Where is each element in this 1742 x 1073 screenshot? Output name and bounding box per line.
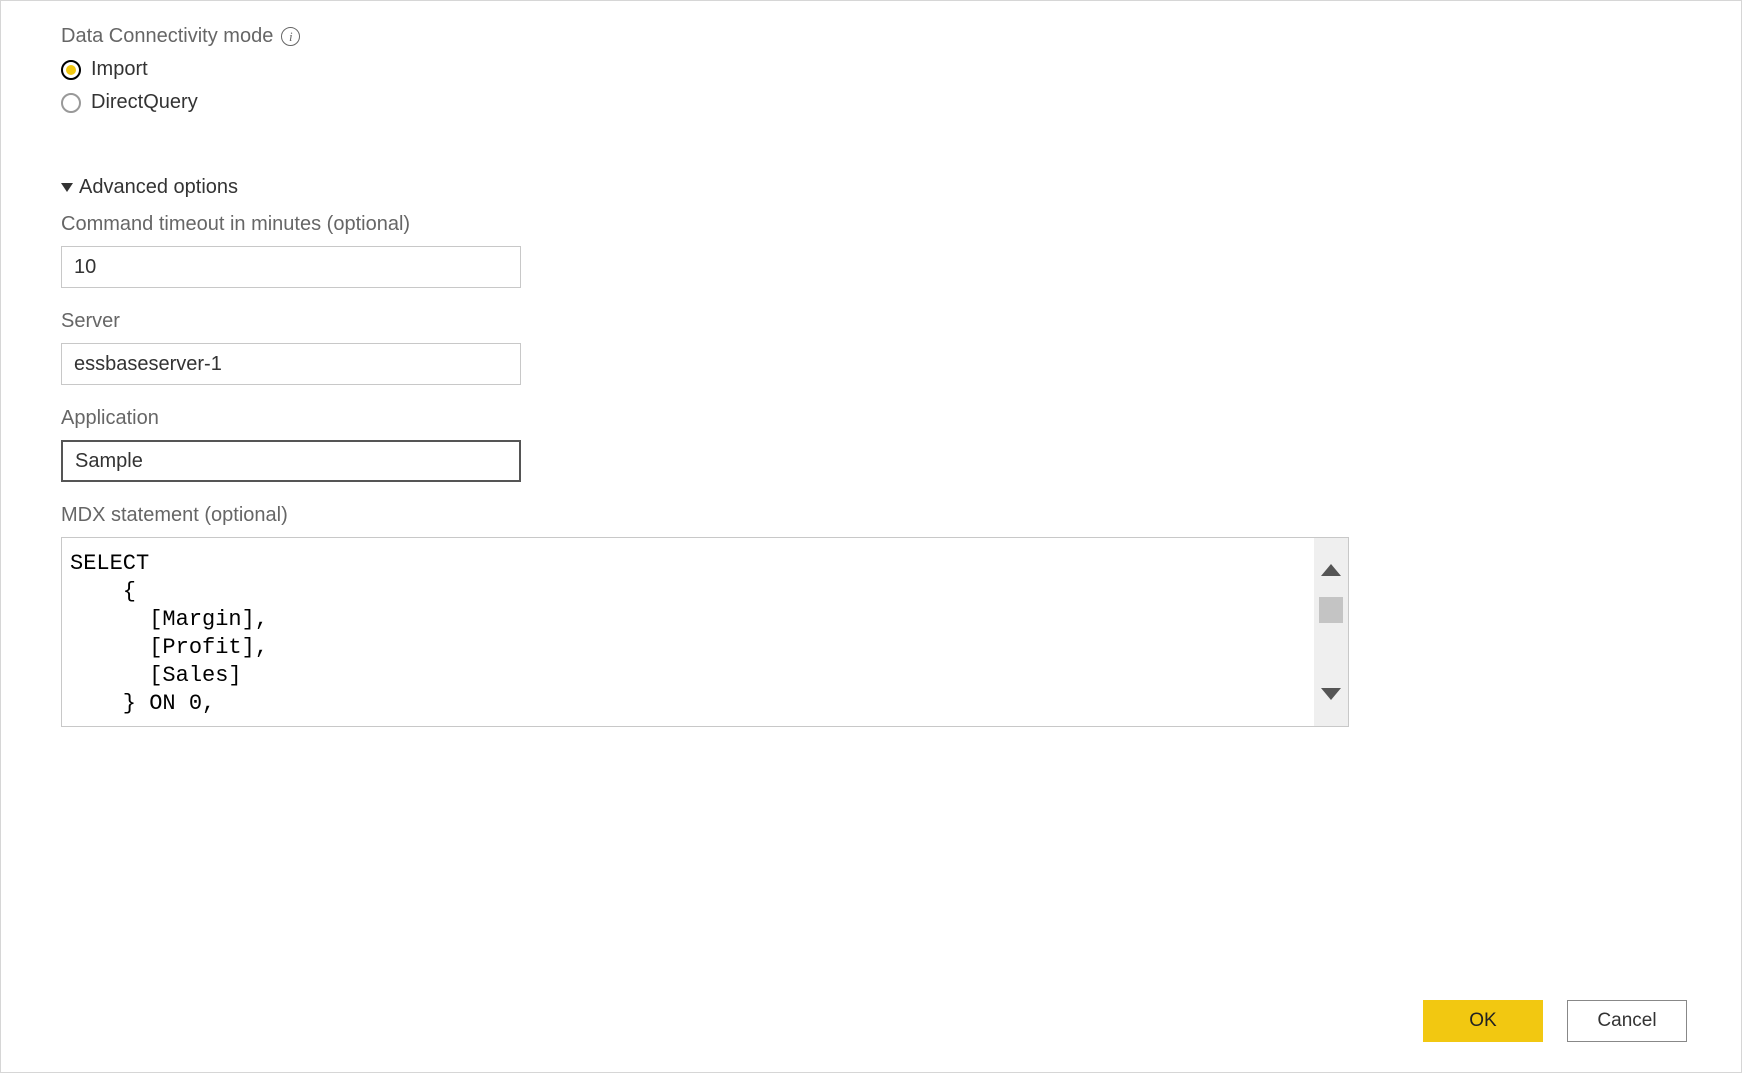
cancel-button[interactable]: Cancel <box>1567 1000 1687 1042</box>
dialog-footer: OK Cancel <box>1423 1000 1687 1042</box>
info-icon[interactable]: i <box>281 27 300 46</box>
server-label: Server <box>61 310 1681 333</box>
essbase-connector-dialog: Data Connectivity mode i Import DirectQu… <box>0 0 1742 1073</box>
application-label: Application <box>61 407 1681 430</box>
mdx-label: MDX statement (optional) <box>61 504 1681 527</box>
application-input[interactable] <box>61 440 521 482</box>
server-input[interactable] <box>61 343 521 385</box>
advanced-options-toggle[interactable]: Advanced options <box>61 176 1681 199</box>
timeout-label: Command timeout in minutes (optional) <box>61 213 1681 236</box>
mdx-textarea[interactable]: SELECT { [Margin], [Profit], [Sales] } O… <box>62 538 1314 726</box>
radio-directquery[interactable] <box>61 93 81 113</box>
radio-import-label: Import <box>91 58 148 81</box>
radio-directquery-row[interactable]: DirectQuery <box>61 91 1681 114</box>
advanced-options-label: Advanced options <box>79 176 238 199</box>
connectivity-mode-label: Data Connectivity mode <box>61 25 273 48</box>
chevron-down-icon <box>61 183 73 192</box>
timeout-input[interactable] <box>61 246 521 288</box>
ok-button[interactable]: OK <box>1423 1000 1543 1042</box>
mdx-textarea-wrap: SELECT { [Margin], [Profit], [Sales] } O… <box>61 537 1349 727</box>
scroll-thumb[interactable] <box>1319 597 1343 623</box>
radio-import-row[interactable]: Import <box>61 58 1681 81</box>
scroll-down-icon[interactable] <box>1321 688 1341 700</box>
mdx-scrollbar[interactable] <box>1314 538 1348 726</box>
connectivity-mode-heading: Data Connectivity mode i <box>61 25 1681 48</box>
radio-directquery-label: DirectQuery <box>91 91 198 114</box>
radio-import[interactable] <box>61 60 81 80</box>
scroll-up-icon[interactable] <box>1321 564 1341 576</box>
